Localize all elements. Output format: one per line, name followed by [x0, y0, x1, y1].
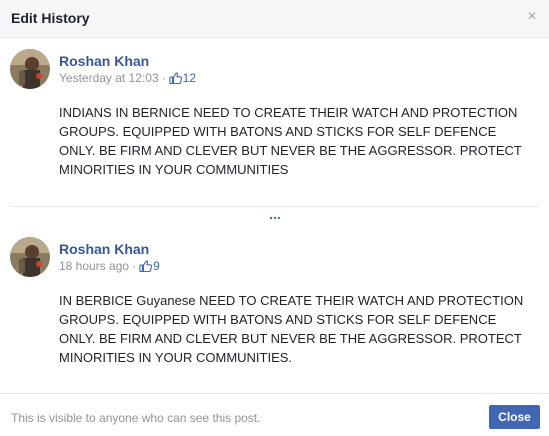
separator: · — [132, 259, 137, 273]
entry-meta: 18 hours ago · 9 — [59, 259, 160, 275]
visibility-note: This is visible to anyone who can see th… — [11, 411, 261, 425]
timestamp[interactable]: 18 hours ago — [59, 259, 129, 273]
post-text: INDIANS IN BERNICE NEED TO CREATE THEIR … — [59, 105, 522, 177]
close-button[interactable]: Close — [489, 405, 540, 429]
edit-history-dialog: Edit History × Roshan Khan Yesterday at … — [0, 0, 549, 436]
thumbs-up-icon — [139, 260, 153, 275]
author-name[interactable]: Roshan Khan — [59, 241, 149, 257]
dialog-header: Edit History × — [0, 0, 549, 38]
timestamp[interactable]: Yesterday at 12:03 — [59, 71, 159, 85]
like-count[interactable]: 12 — [183, 71, 196, 85]
avatar[interactable] — [10, 237, 50, 277]
separator: · — [161, 71, 166, 85]
thumbs-up-icon — [169, 72, 182, 87]
close-icon[interactable]: × — [524, 9, 540, 25]
more-options-icon[interactable]: ... — [266, 207, 284, 221]
dialog-title: Edit History — [11, 10, 90, 26]
footer-divider — [0, 393, 549, 394]
post-text: IN BERBICE Guyanese NEED TO CREATE THEIR… — [59, 293, 524, 365]
entry-meta: Yesterday at 12:03 · 12 — [59, 71, 196, 87]
avatar[interactable] — [10, 49, 50, 89]
author-name[interactable]: Roshan Khan — [59, 53, 149, 69]
like-count[interactable]: 9 — [153, 259, 160, 273]
